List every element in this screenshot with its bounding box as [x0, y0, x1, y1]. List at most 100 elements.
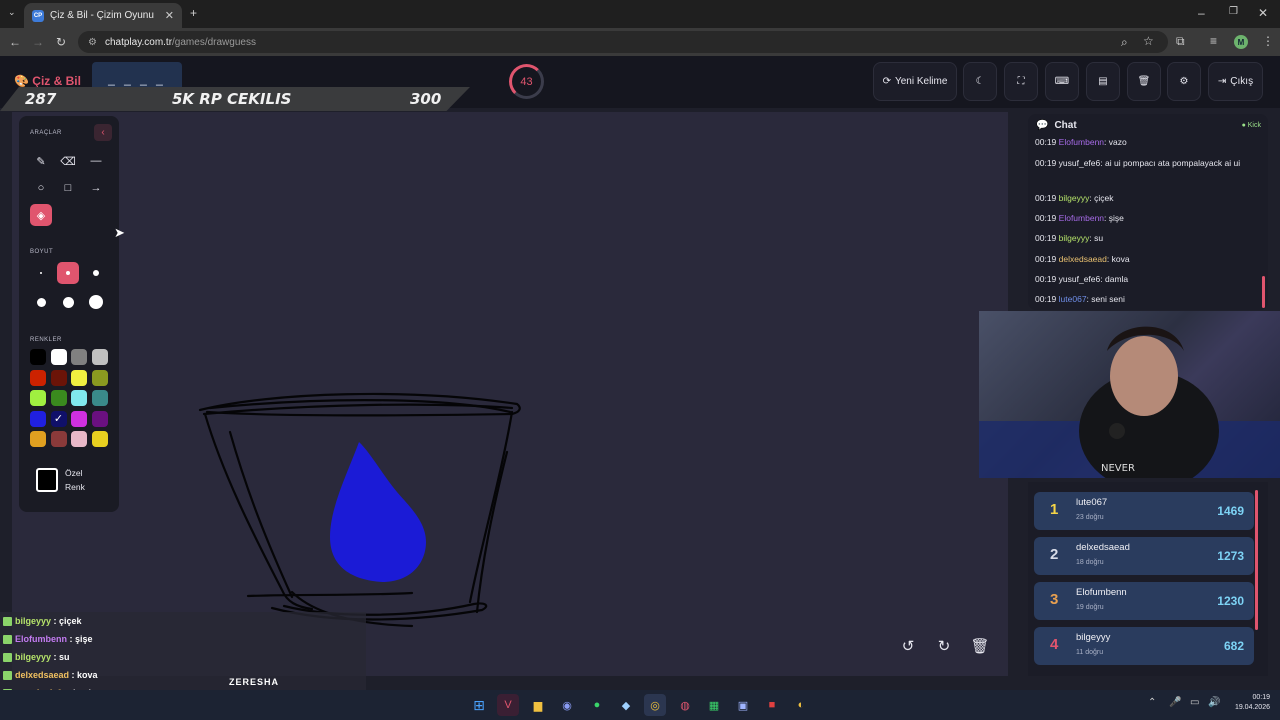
fullscreen-button[interactable]: ⛶	[1004, 62, 1038, 101]
obs-icon[interactable]: ◍	[674, 694, 696, 716]
archive-button[interactable]: ▤	[1086, 62, 1120, 101]
reload-icon[interactable]: ↻	[56, 35, 66, 49]
chat-user[interactable]: Elofumbenn	[1059, 138, 1104, 147]
delete-button[interactable]: 🗑	[1127, 62, 1161, 101]
extensions-icon[interactable]: ⧉	[1176, 34, 1185, 49]
stream-banner: 287 5K RP CEKILIS 300	[0, 87, 470, 111]
color-swatch[interactable]	[30, 349, 46, 365]
app-icon-1[interactable]: V	[497, 694, 519, 716]
app-logo[interactable]: 🎨 Çiz & Bil	[14, 74, 81, 88]
color-swatch[interactable]	[30, 410, 46, 427]
color-swatch[interactable]	[71, 349, 87, 365]
chat-user[interactable]: bilgeyyy	[1059, 193, 1090, 203]
color-swatch[interactable]: ✓	[50, 410, 67, 427]
color-swatch[interactable]	[71, 410, 87, 427]
color-swatch[interactable]	[71, 390, 87, 406]
color-swatch[interactable]	[50, 390, 67, 406]
size-xs[interactable]	[30, 262, 52, 284]
user-badge-icon	[3, 670, 12, 680]
new-tab-icon[interactable]: +	[190, 6, 197, 20]
spreadsheet-icon[interactable]: ▦	[703, 694, 725, 716]
eraser-tool[interactable]: ⌫	[57, 150, 79, 172]
drawing-canvas[interactable]	[12, 112, 1008, 676]
color-swatch[interactable]	[30, 431, 46, 447]
volume-icon[interactable]: 🔊	[1208, 697, 1220, 708]
color-swatch[interactable]	[91, 349, 108, 365]
tray-expand-icon[interactable]: ⌃	[1148, 697, 1156, 708]
bookmark-star-icon[interactable]: ☆	[1143, 34, 1154, 48]
circle-tool[interactable]: ○	[30, 177, 52, 199]
color-swatch[interactable]	[50, 431, 67, 447]
chrome-icon[interactable]: ◎	[644, 694, 666, 716]
discord-icon[interactable]: ◉	[556, 694, 578, 716]
fill-tool[interactable]: ◈	[30, 204, 52, 226]
menu-icon[interactable]: ⋮	[1262, 34, 1274, 48]
app-icon-3[interactable]: ■	[761, 694, 783, 716]
custom-color-button[interactable]	[36, 468, 58, 492]
size-m[interactable]	[85, 262, 107, 284]
close-window-icon[interactable]: ✕	[1258, 6, 1268, 20]
keyboard-button[interactable]: ⌨	[1045, 62, 1079, 101]
mic-icon[interactable]: 🎤	[1169, 697, 1181, 708]
rectangle-tool[interactable]: □	[57, 177, 79, 199]
size-l[interactable]	[30, 291, 52, 313]
media-icon[interactable]: ≡	[1210, 34, 1217, 48]
clear-canvas-button[interactable]: 🗑	[967, 633, 993, 659]
leaderboard-scrollbar[interactable]	[1255, 490, 1258, 630]
tab-list-icon[interactable]: ⌄	[8, 7, 16, 18]
app-icon-2[interactable]: ▣	[732, 694, 754, 716]
undo-button[interactable]: ↺	[895, 633, 921, 659]
minimize-icon[interactable]: –	[1198, 6, 1205, 20]
color-swatch[interactable]	[71, 431, 87, 447]
size-dot	[66, 271, 70, 275]
color-swatch[interactable]	[91, 390, 108, 406]
keyboard-icon: ⌨	[1054, 76, 1070, 87]
chat-text: vazo	[1108, 138, 1127, 147]
forward-icon[interactable]: →	[32, 35, 44, 49]
back-icon[interactable]: ←	[9, 35, 21, 49]
url-input[interactable]: ⚙ chatplay.com.tr /games/drawguess	[78, 31, 1168, 53]
close-tab-icon[interactable]: ✕	[165, 9, 174, 22]
player-score: 682	[1223, 639, 1244, 653]
color-swatch[interactable]	[91, 369, 108, 386]
site-info-icon[interactable]: ⚙	[88, 37, 97, 48]
network-icon[interactable]: ▭	[1190, 697, 1199, 708]
collapse-panel-button[interactable]: ‹	[94, 124, 112, 141]
size-xxl[interactable]	[85, 291, 107, 313]
zoom-icon[interactable]: ⌕	[1121, 35, 1128, 50]
color-swatch[interactable]	[50, 369, 67, 386]
color-swatch[interactable]	[30, 369, 46, 386]
size-s[interactable]	[57, 262, 79, 284]
arrow-tool[interactable]: →	[85, 177, 107, 199]
steam-icon[interactable]: ◆	[615, 694, 637, 716]
size-xl[interactable]	[57, 291, 79, 313]
theme-toggle-button[interactable]: ☾	[963, 62, 997, 101]
chat-scrollbar[interactable]	[1262, 276, 1265, 308]
profile-avatar[interactable]: M	[1234, 35, 1248, 49]
color-swatch[interactable]	[30, 390, 46, 406]
folder-icon[interactable]: ▆	[527, 694, 549, 716]
color-swatch[interactable]	[50, 349, 67, 365]
color-swatch[interactable]	[91, 410, 108, 427]
color-swatch[interactable]	[71, 369, 87, 386]
chat-user[interactable]: yusuf_efe6	[1059, 158, 1101, 168]
browser-tab[interactable]: CP Çiz & Bil - Çizim Oyunu ✕	[24, 3, 182, 28]
line-tool[interactable]: —	[85, 150, 107, 172]
new-word-button[interactable]: ⟳ Yeni Kelime	[873, 62, 957, 101]
redo-button[interactable]: ↻	[931, 633, 957, 659]
spotify-icon[interactable]: ●	[586, 694, 608, 716]
exit-button[interactable]: ⇥ Çıkış	[1208, 62, 1263, 101]
chat-user[interactable]: Elofumbenn	[1059, 213, 1104, 223]
app-icon-4[interactable]: ◐	[790, 694, 812, 716]
chat-title: Chat	[1054, 120, 1077, 131]
start-windows-icon[interactable]: ⊞	[468, 694, 490, 716]
chat-user[interactable]: lute067	[1059, 294, 1087, 304]
system-clock[interactable]: 00:19 19.04.2026	[1228, 693, 1270, 713]
chat-user[interactable]: bilgeyyy	[1059, 233, 1090, 243]
brush-tool[interactable]: ✎	[30, 150, 52, 172]
chat-user[interactable]: yusuf_efe6	[1059, 274, 1101, 284]
color-swatch[interactable]	[91, 431, 108, 447]
chat-user[interactable]: delxedsaead	[1059, 254, 1107, 264]
settings-button[interactable]: ⚙	[1167, 62, 1201, 101]
restore-icon[interactable]: ❐	[1229, 6, 1238, 17]
